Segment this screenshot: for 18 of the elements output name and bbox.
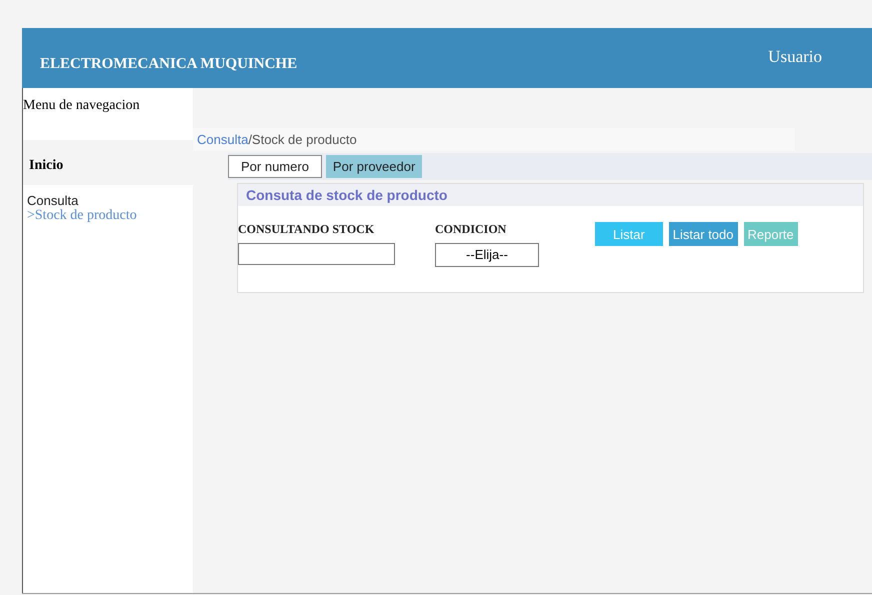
sidebar-link[interactable]: >Stock de producto — [27, 208, 189, 224]
field-label: CONSULTANDO STOCK — [238, 222, 376, 237]
breadcrumb-link[interactable]: Consulta — [197, 132, 248, 147]
input-field[interactable] — [238, 243, 395, 265]
action-button[interactable]: Listar — [595, 222, 663, 246]
action-button[interactable]: Reporte — [744, 222, 798, 246]
tab[interactable]: Por numero — [228, 155, 322, 178]
brand-title: ELECTROMECANICA MUQUINCHE — [40, 56, 298, 72]
section-title: Inicio — [28, 157, 64, 175]
field-label: CONDICION — [435, 222, 508, 237]
panel-title: Consuta de stock de producto — [238, 184, 863, 206]
sidebar-group: Consulta — [27, 193, 189, 208]
action-button[interactable]: Listar todo — [668, 222, 738, 246]
tab[interactable]: Por proveedor — [326, 155, 422, 178]
nav-title: Menu de navegacion — [23, 88, 193, 140]
select-field[interactable]: --Elija-- — [435, 243, 539, 267]
user-label[interactable]: Usuario — [768, 47, 822, 67]
breadcrumb-current: /Stock de producto — [248, 132, 357, 147]
